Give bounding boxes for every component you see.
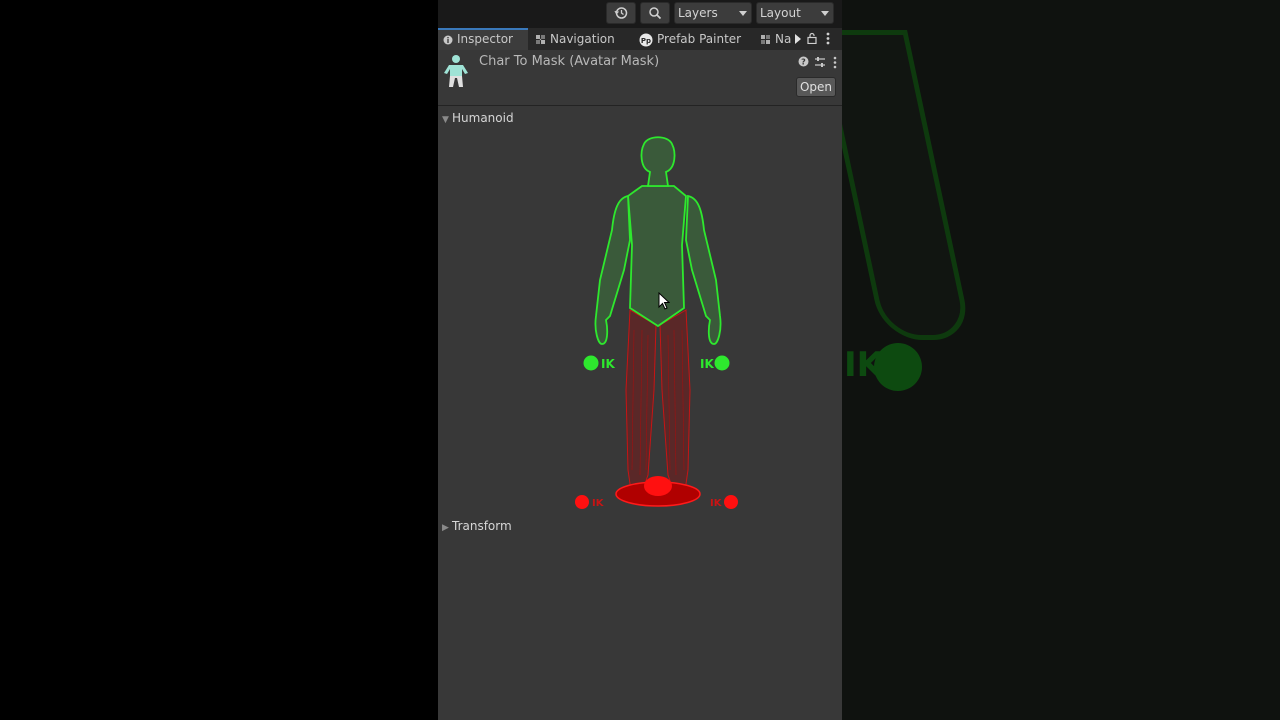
right-foot-ik-label: IK [710,498,723,509]
left-hand-ik-label: IK [601,357,615,371]
layers-dropdown[interactable]: Layers [674,2,752,24]
chevron-down-icon [821,11,829,16]
right-hand-ik-toggle[interactable]: IK [700,355,730,372]
body-mask-part[interactable] [627,185,687,328]
blurred-ik-dot [874,343,922,391]
left-foot-ik-toggle[interactable]: IK [575,495,605,509]
asset-title: Char To Mask (Avatar Mask) [479,54,660,69]
tab-inspector[interactable]: Inspector [438,28,528,50]
head-mask-part[interactable] [640,136,676,187]
foldout-expanded-icon: ▼ [442,115,449,125]
tab-prefab-painter[interactable]: Pp Prefab Painter [639,28,741,50]
tab-bar: Inspector Navigation Pp Prefab Painter N… [438,28,842,50]
avatar-mask-icon [444,55,468,87]
preset-settings-icon[interactable] [814,56,826,68]
right-hand-ik-label: IK [700,357,714,371]
left-leg-mask-part[interactable] [625,309,657,499]
tab-navmesh-truncated[interactable]: Na [760,28,791,50]
prefab-painter-icon: Pp [639,33,653,46]
navmesh-icon [536,35,545,44]
inspector-window: Layers Layout Inspector Navigation Pp Pr… [438,0,842,720]
humanoid-foldout-label: Humanoid [452,111,514,125]
tab-navmesh-label: Na [775,32,792,46]
avatar-mask-diagram: IK IK IK IK [575,136,738,509]
kebab-menu-icon[interactable] [826,32,830,45]
tab-navigation[interactable]: Navigation [535,28,615,50]
info-icon [443,35,453,44]
tab-scroll-right-icon[interactable] [794,34,802,44]
search-icon [649,7,662,20]
transform-foldout-label: Transform [452,519,512,533]
kebab-menu-icon[interactable] [833,56,837,69]
tab-prefab-painter-label: Prefab Painter [657,32,742,46]
letterbox-left [0,0,438,720]
help-icon[interactable]: ? [798,56,809,67]
top-toolbar: Layers Layout [438,0,842,28]
humanoid-foldout[interactable]: ▼ Humanoid [442,111,514,125]
tab-inspector-label: Inspector [457,32,513,46]
chevron-down-icon [739,11,747,16]
svg-text:?: ? [801,58,806,67]
root-mask-part[interactable] [615,476,701,507]
lock-icon[interactable] [807,32,817,44]
history-icon [614,7,628,19]
right-foot-ik-toggle[interactable]: IK [710,495,738,509]
left-foot-ik-label: IK [592,498,605,509]
open-button[interactable]: Open [796,77,836,97]
left-arm-mask-part[interactable] [594,194,631,345]
svg-text:Pp: Pp [641,37,651,45]
inspector-header: Char To Mask (Avatar Mask) ? Open [438,50,842,106]
blurred-arm-background [842,30,973,340]
layout-dropdown[interactable]: Layout [756,2,834,24]
mouse-cursor-icon [658,292,670,310]
history-button[interactable] [606,2,636,24]
right-leg-mask-part[interactable] [659,309,691,499]
layers-dropdown-label: Layers [678,6,718,20]
right-arm-mask-part[interactable] [685,194,722,345]
letterbox-right-background: IK [842,0,1280,720]
left-hand-ik-toggle[interactable]: IK [583,355,616,372]
layout-dropdown-label: Layout [760,6,801,20]
foldout-collapsed-icon: ▶ [442,523,449,533]
search-button[interactable] [640,2,670,24]
navmesh-icon [761,35,770,44]
tab-navigation-label: Navigation [550,32,615,46]
transform-foldout[interactable]: ▶ Transform [442,519,512,533]
